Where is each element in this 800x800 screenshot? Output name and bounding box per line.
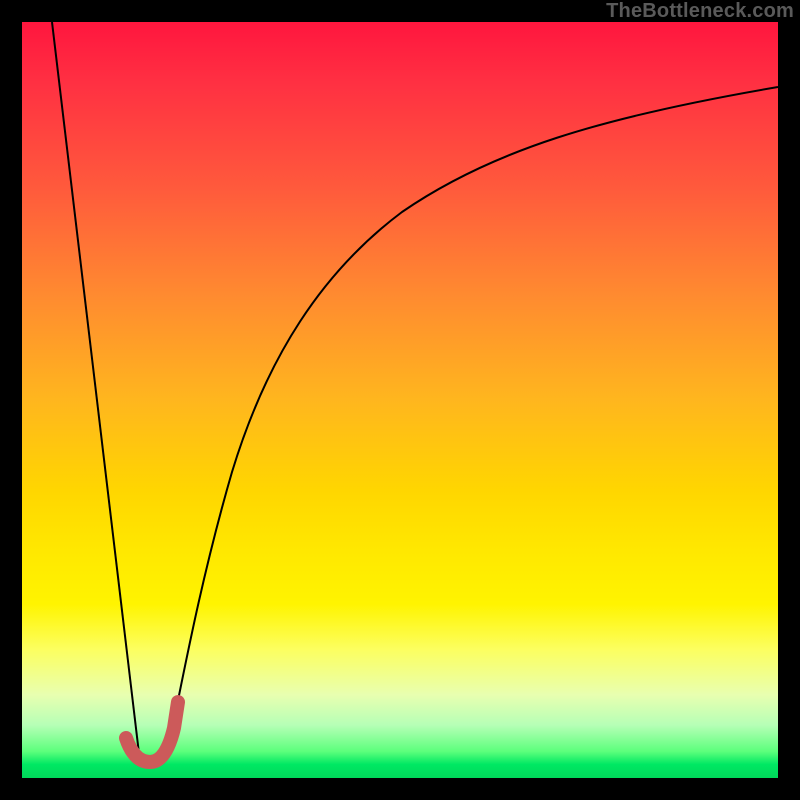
plot-area xyxy=(22,22,778,778)
chart-svg xyxy=(22,22,778,778)
series-right-branch xyxy=(168,87,778,750)
series-left-branch xyxy=(52,22,140,762)
chart-frame: TheBottleneck.com xyxy=(0,0,800,800)
watermark-text: TheBottleneck.com xyxy=(606,0,794,23)
